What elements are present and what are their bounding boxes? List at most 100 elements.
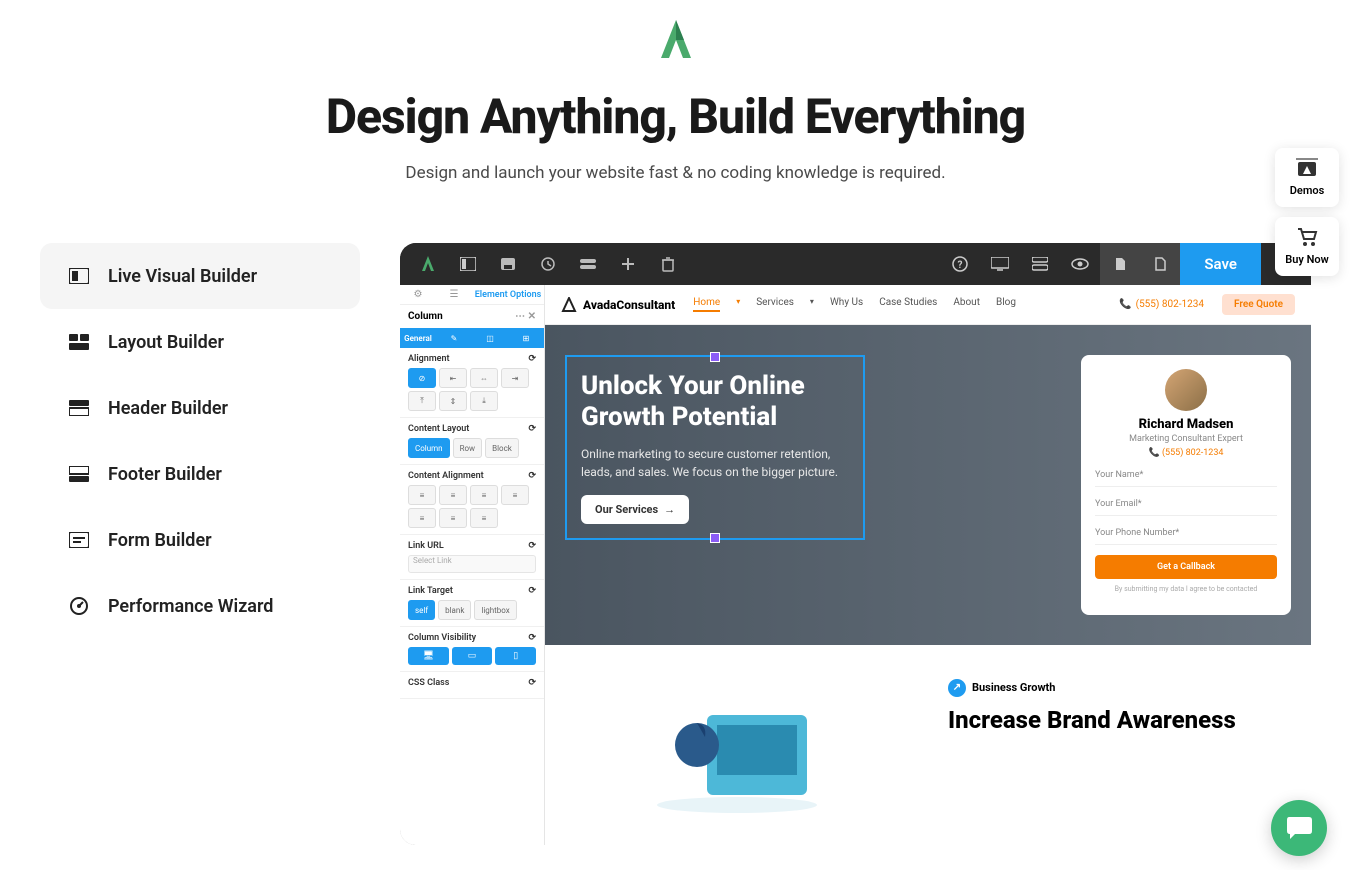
illustration: [565, 675, 908, 815]
column-label: Column: [408, 311, 443, 322]
layout-row[interactable]: Row: [453, 438, 483, 458]
tab-performance-wizard[interactable]: Performance Wizard: [40, 573, 360, 639]
tab-live-visual-builder[interactable]: Live Visual Builder: [40, 243, 360, 309]
align-top[interactable]: ⤒: [408, 391, 436, 411]
target-blank[interactable]: blank: [438, 600, 471, 620]
history-icon[interactable]: [528, 243, 568, 285]
target-lightbox[interactable]: lightbox: [474, 600, 516, 620]
tab-label: Live Visual Builder: [108, 266, 257, 287]
card-phone[interactable]: 📞 (555) 802-1234: [1149, 448, 1224, 458]
email-field[interactable]: Your Email*: [1095, 493, 1277, 516]
nav-about[interactable]: About: [953, 297, 980, 312]
nav-services[interactable]: Services: [756, 297, 794, 312]
feature-tabs: Live Visual Builder Layout Builder Heade…: [40, 243, 360, 845]
chat-button[interactable]: [1271, 800, 1327, 856]
desktop-icon[interactable]: [980, 243, 1020, 285]
vis-desktop[interactable]: 🖥: [408, 647, 449, 665]
nav-home[interactable]: Home: [693, 297, 720, 312]
demos-button[interactable]: Demos: [1275, 148, 1339, 207]
phone-field[interactable]: Your Phone Number*: [1095, 522, 1277, 545]
nav-why-us[interactable]: Why Us: [830, 297, 863, 312]
element-options-tab[interactable]: Element Options: [472, 285, 544, 304]
align-center[interactable]: ⇔: [470, 368, 498, 388]
visibility-label: Column Visibility: [408, 633, 476, 643]
bg-tab[interactable]: ◫: [472, 328, 508, 348]
callback-button[interactable]: Get a Callback: [1095, 555, 1277, 579]
add-icon[interactable]: [608, 243, 648, 285]
vis-mobile[interactable]: ▯: [495, 647, 536, 665]
page-outline-icon[interactable]: [1140, 243, 1180, 285]
hero-cta-button[interactable]: Our Services →: [581, 495, 689, 524]
tab-label: Performance Wizard: [108, 596, 273, 617]
nav-case-studies[interactable]: Case Studies: [879, 297, 937, 312]
ca-5[interactable]: ≡: [408, 508, 436, 528]
tab-label: Footer Builder: [108, 464, 222, 485]
extras-tab[interactable]: ⊞: [508, 328, 544, 348]
align-left[interactable]: ⇤: [439, 368, 467, 388]
settings-icon[interactable]: [568, 243, 608, 285]
general-tab[interactable]: General: [400, 328, 436, 348]
responsive-icon[interactable]: [1020, 243, 1060, 285]
link-url-label: Link URL: [408, 541, 444, 551]
vis-tablet[interactable]: ▭: [452, 647, 493, 665]
name-field[interactable]: Your Name*: [1095, 464, 1277, 487]
selected-element[interactable]: Unlock Your Online Growth Potential Onli…: [565, 355, 865, 540]
hero-body: Online marketing to secure customer rete…: [581, 445, 849, 481]
nav-blog[interactable]: Blog: [996, 297, 1016, 312]
callback-card: Richard Madsen Marketing Consultant Expe…: [1081, 355, 1291, 615]
tab-layout-builder[interactable]: Layout Builder: [40, 309, 360, 375]
ca-2[interactable]: ≡: [439, 485, 467, 505]
tab-footer-builder[interactable]: Footer Builder: [40, 441, 360, 507]
gear-icon[interactable]: ⚙: [400, 285, 436, 304]
save-icon[interactable]: [488, 243, 528, 285]
save-button[interactable]: Save: [1180, 243, 1261, 285]
sidebar-toggle-icon[interactable]: [448, 243, 488, 285]
gauge-icon: [68, 595, 90, 617]
content-layout-label: Content Layout: [408, 424, 469, 434]
site-header: AvadaConsultant Home ▾ Services ▾ Why Us…: [545, 285, 1311, 325]
help-icon[interactable]: ?: [940, 243, 980, 285]
close-icon[interactable]: ⋯ ✕: [515, 311, 536, 322]
quote-button[interactable]: Free Quote: [1222, 294, 1295, 315]
menu-icon[interactable]: ☰: [436, 285, 472, 304]
panel-icon: [68, 265, 90, 287]
ca-1[interactable]: ≡: [408, 485, 436, 505]
trash-icon[interactable]: [648, 243, 688, 285]
align-right[interactable]: ⇥: [501, 368, 529, 388]
content-align-label: Content Alignment: [408, 471, 484, 481]
chat-icon: [1285, 815, 1313, 841]
phone-link[interactable]: 📞 (555) 802-1234: [1119, 299, 1204, 310]
align-default[interactable]: ⊘: [408, 368, 436, 388]
avatar: [1165, 369, 1207, 411]
tab-header-builder[interactable]: Header Builder: [40, 375, 360, 441]
ca-7[interactable]: ≡: [470, 508, 498, 528]
grid-icon: [68, 331, 90, 353]
tab-form-builder[interactable]: Form Builder: [40, 507, 360, 573]
buy-now-button[interactable]: Buy Now: [1275, 217, 1339, 276]
layout-column[interactable]: Column: [408, 438, 450, 458]
options-sidebar: ⚙ ☰ Element Options Column ⋯ ✕ General ✎…: [400, 285, 545, 845]
canvas: AvadaConsultant Home ▾ Services ▾ Why Us…: [545, 285, 1311, 845]
align-middle[interactable]: ⇕: [439, 391, 467, 411]
hero-heading: Unlock Your Online Growth Potential: [581, 371, 849, 433]
preview-icon[interactable]: [1060, 243, 1100, 285]
link-target-label: Link Target: [408, 586, 453, 596]
ca-6[interactable]: ≡: [439, 508, 467, 528]
logo-icon[interactable]: [408, 243, 448, 285]
badge-icon: ↗: [948, 679, 966, 697]
page-icon[interactable]: [1100, 243, 1140, 285]
card-role: Marketing Consultant Expert: [1129, 434, 1243, 444]
ca-4[interactable]: ≡: [501, 485, 529, 505]
footer-icon: [68, 463, 90, 485]
demos-icon: [1296, 158, 1318, 178]
layout-block[interactable]: Block: [485, 438, 519, 458]
card-note: By submitting my data I agree to be cont…: [1115, 585, 1258, 593]
target-self[interactable]: self: [408, 600, 435, 620]
align-bottom[interactable]: ⤓: [470, 391, 498, 411]
header-icon: [68, 397, 90, 419]
ca-3[interactable]: ≡: [470, 485, 498, 505]
design-tab[interactable]: ✎: [436, 328, 472, 348]
link-url-input[interactable]: Select Link: [408, 555, 536, 573]
site-brand[interactable]: AvadaConsultant: [561, 297, 675, 313]
page-subtitle: Design and launch your website fast & no…: [0, 163, 1351, 183]
